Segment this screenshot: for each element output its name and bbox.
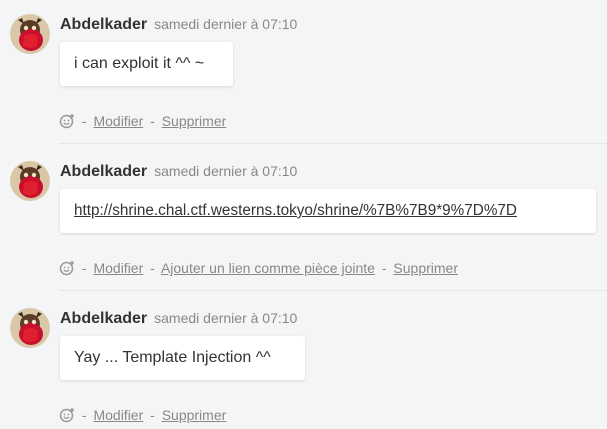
timestamp: samedi dernier à 07:10 (154, 163, 298, 179)
message-text: i can exploit it ^^ ~ (74, 55, 205, 72)
separator: - (81, 260, 87, 276)
author-name[interactable]: Abdelkader (60, 310, 147, 327)
message-text: Yay ... Template Injection ^^ (74, 349, 271, 366)
separator: - (381, 260, 387, 276)
separator: - (150, 407, 155, 423)
divider (59, 290, 607, 291)
comment-actions: - Modifier - Supprimer (59, 112, 226, 130)
timestamp: samedi dernier à 07:10 (154, 310, 298, 326)
edit-link[interactable]: Modifier (93, 407, 143, 423)
comment-actions: - Modifier - Supprimer (59, 406, 226, 424)
comment-header: Abdelkader samedi dernier à 07:10 (60, 308, 297, 328)
separator: - (81, 113, 87, 129)
attach-link-link[interactable]: Ajouter un lien comme pièce jointe (161, 260, 375, 276)
message-bubble: Yay ... Template Injection ^^ (60, 336, 305, 380)
author-name[interactable]: Abdelkader (60, 163, 147, 180)
edit-link[interactable]: Modifier (93, 113, 143, 129)
message-bubble: http://shrine.chal.ctf.westerns.tokyo/sh… (60, 189, 596, 233)
comment-actions: - Modifier - Ajouter un lien comme pièce… (59, 259, 458, 277)
avatar[interactable] (10, 308, 50, 348)
add-reaction-icon[interactable] (59, 260, 75, 276)
avatar[interactable] (10, 14, 50, 54)
author-name[interactable]: Abdelkader (60, 16, 147, 33)
delete-link[interactable]: Supprimer (162, 407, 227, 423)
separator: - (81, 407, 87, 423)
timestamp: samedi dernier à 07:10 (154, 16, 298, 32)
add-reaction-icon[interactable] (59, 113, 75, 129)
separator: - (150, 260, 155, 276)
divider (59, 143, 607, 144)
comment-header: Abdelkader samedi dernier à 07:10 (60, 14, 297, 34)
add-reaction-icon[interactable] (59, 407, 75, 423)
message-link[interactable]: http://shrine.chal.ctf.westerns.tokyo/sh… (74, 202, 517, 219)
edit-link[interactable]: Modifier (93, 260, 143, 276)
delete-link[interactable]: Supprimer (393, 260, 458, 276)
comment-header: Abdelkader samedi dernier à 07:10 (60, 161, 297, 181)
separator: - (150, 113, 155, 129)
avatar[interactable] (10, 161, 50, 201)
delete-link[interactable]: Supprimer (162, 113, 227, 129)
message-bubble: i can exploit it ^^ ~ (60, 42, 233, 86)
